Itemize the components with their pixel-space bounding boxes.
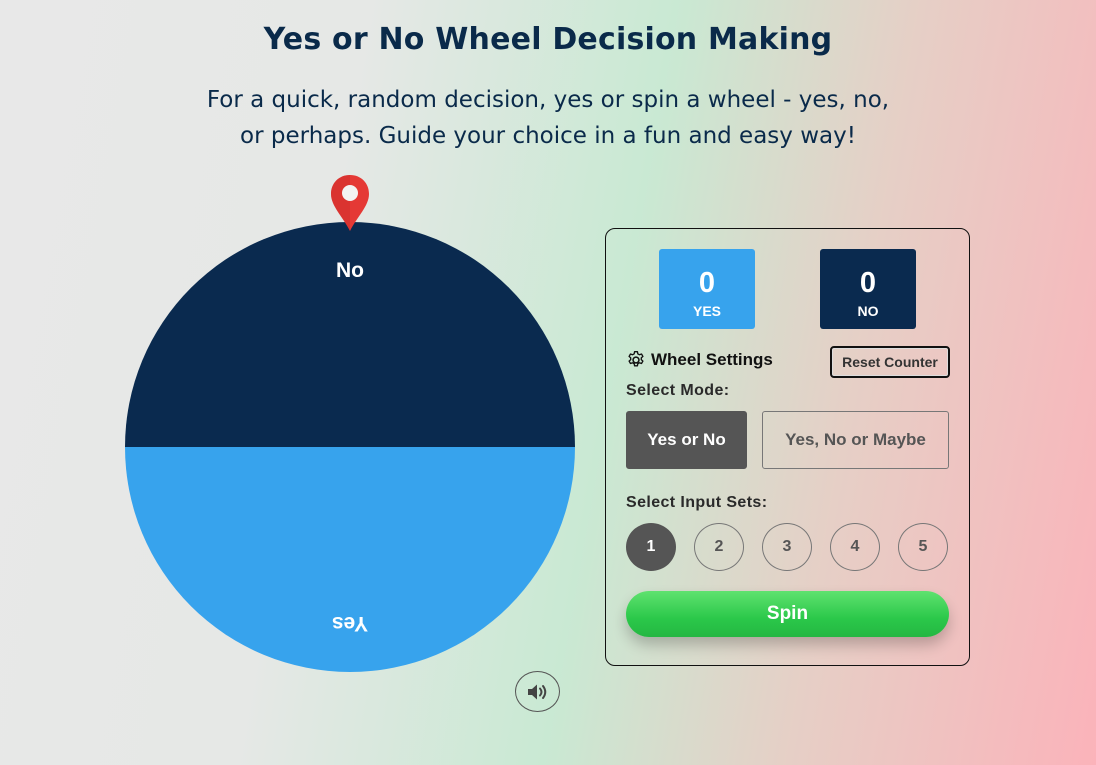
wheel-label-no: No [336,259,364,282]
gear-icon [628,351,644,367]
mode-yes-no-maybe-button[interactable]: Yes, No or Maybe [762,411,949,469]
input-set-1-button[interactable]: 1 [626,523,676,571]
select-input-sets-label: Select Input Sets: [626,494,768,511]
wheel-settings-label: Wheel Settings [651,350,773,369]
wheel[interactable]: No Yes [124,171,576,673]
spin-button[interactable]: Spin [626,591,949,637]
yes-count-label: YES [692,303,721,319]
speaker-icon [527,684,546,699]
yes-counter: 0 YES [659,249,755,329]
input-set-3-button[interactable]: 3 [762,523,812,571]
wheel-graphic[interactable]: No Yes [124,171,576,673]
input-set-2-button[interactable]: 2 [694,523,744,571]
wheel-settings-heading: Wheel Settings [626,350,773,370]
wheel-segment-no[interactable] [125,222,575,447]
wheel-label-yes: Yes [332,612,368,635]
no-count: 0 [859,267,877,299]
page-subtitle: For a quick, random decision, yes or spi… [206,87,890,149]
wheel-segment-yes[interactable] [125,447,575,672]
no-counter: 0 NO [820,249,916,329]
input-set-4-button[interactable]: 4 [830,523,880,571]
reset-counter-button[interactable]: Reset Counter [830,346,950,378]
no-count-label: NO [857,303,879,319]
select-mode-label: Select Mode: [626,382,730,399]
input-set-5-button[interactable]: 5 [898,523,948,571]
page-title: Yes or No Wheel Decision Making [263,22,833,57]
sound-toggle-button[interactable] [515,671,560,712]
wheel-settings-panel: 0 YES 0 NO Wheel Settings Reset Counter … [605,228,970,666]
mode-yes-or-no-button[interactable]: Yes or No [626,411,747,469]
map-pin-icon [331,175,369,231]
yes-count: 0 [698,267,716,299]
